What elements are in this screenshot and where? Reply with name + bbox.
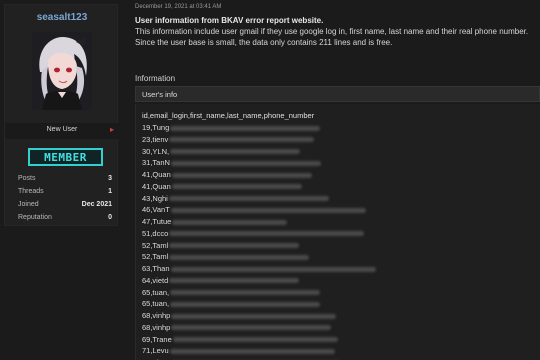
avatar-image bbox=[32, 32, 92, 110]
redacted-blur bbox=[169, 231, 365, 237]
stat-value: 3 bbox=[108, 175, 112, 182]
csv-row: 23,tienv bbox=[142, 134, 537, 146]
csv-row-text: 52,Taml bbox=[142, 240, 169, 250]
stat-posts: Posts 3 bbox=[18, 175, 112, 187]
csv-row: 68,vinhp bbox=[142, 310, 537, 322]
redacted-blur bbox=[169, 243, 300, 249]
redacted-blur bbox=[169, 348, 335, 354]
csv-row-text: 23,tienv bbox=[142, 134, 169, 144]
stat-label: Posts bbox=[18, 175, 36, 182]
redacted-blur bbox=[171, 184, 302, 190]
csv-row: 41,Quan bbox=[142, 181, 537, 193]
csv-row: 46,VanT bbox=[142, 204, 537, 216]
rank-title: New User bbox=[46, 126, 78, 133]
redacted-blur bbox=[170, 290, 321, 296]
csv-row-text: 71,Levu bbox=[142, 346, 169, 356]
csv-row-text: 41,Quan bbox=[142, 170, 171, 179]
redacted-blur bbox=[170, 266, 376, 272]
stat-value: 0 bbox=[108, 214, 112, 221]
csv-row-text: 31,TanN bbox=[142, 158, 170, 168]
stat-label: Joined bbox=[18, 201, 39, 208]
redacted-blur bbox=[170, 207, 366, 213]
redacted-blur bbox=[171, 313, 337, 319]
stat-threads: Threads 1 bbox=[18, 188, 112, 200]
csv-row: 30,YLN, bbox=[142, 146, 537, 158]
post-date[interactable]: December 19, 2021 at 03:41 AM bbox=[135, 4, 221, 10]
redacted-blur bbox=[172, 337, 338, 343]
csv-row-text: 65,tuan, bbox=[142, 299, 170, 309]
stat-value: Dec 2021 bbox=[81, 201, 112, 208]
csv-row: 65,tuan, bbox=[142, 287, 537, 299]
csv-row-text: 43,Nghi bbox=[142, 193, 168, 203]
csv-row-text: 19,Tung bbox=[142, 123, 170, 132]
redacted-blur bbox=[171, 325, 332, 331]
csv-row: 52,Taml bbox=[142, 240, 537, 252]
avatar[interactable] bbox=[32, 32, 92, 110]
csv-row: 63,Than bbox=[142, 263, 537, 275]
csv-row-text: 65,tuan, bbox=[142, 287, 170, 297]
csv-row-text: 69,Trane bbox=[142, 334, 172, 344]
csv-row-text: 51,dcco bbox=[142, 228, 169, 238]
stat-reputation: Reputation 0 bbox=[18, 214, 112, 226]
expand-arrow-icon[interactable]: ▸ bbox=[110, 125, 114, 134]
csv-row-text: 47,Tutue bbox=[142, 217, 172, 226]
csv-row: 69,Trane bbox=[142, 334, 537, 346]
redacted-blur bbox=[168, 196, 329, 202]
csv-row: 31,TanN bbox=[142, 157, 537, 169]
badge-label: MEMBER bbox=[44, 150, 87, 164]
post-line: Since the user base is small, the data o… bbox=[135, 38, 393, 47]
redacted-blur bbox=[170, 301, 321, 307]
csv-row-text: 68,vinhp bbox=[142, 322, 171, 332]
user-profile-panel: seasalt123 New User ▸ MEMBER Posts 3 Thr… bbox=[0, 0, 120, 360]
stat-label: Reputation bbox=[18, 214, 52, 221]
csv-row: 68,vinhp bbox=[142, 322, 537, 334]
tab-users-info[interactable]: User's info bbox=[135, 86, 540, 102]
csv-row: 43,Nghi bbox=[142, 193, 537, 205]
member-badge: MEMBER bbox=[28, 148, 103, 166]
post-line: This information include user gmail if t… bbox=[135, 27, 529, 36]
csv-row: 51,dcco bbox=[142, 228, 537, 240]
csv-row-text: 68,vinhp bbox=[142, 311, 171, 320]
redacted-blur bbox=[171, 172, 312, 178]
csv-row: 65,tuan, bbox=[142, 298, 537, 310]
csv-row-text: 52,Taml bbox=[142, 252, 169, 262]
stat-label: Threads bbox=[18, 188, 44, 195]
csv-row-text: 46,VanT bbox=[142, 205, 170, 215]
user-stats: Posts 3 Threads 1 Joined Dec 2021 Reputa… bbox=[18, 175, 112, 227]
profile-card: seasalt123 New User ▸ MEMBER Posts 3 Thr… bbox=[4, 4, 119, 227]
csv-header: id,email_login,first_name,last_name,phon… bbox=[142, 111, 315, 120]
stat-value: 1 bbox=[108, 188, 112, 195]
csv-row: 52,Taml bbox=[142, 251, 537, 263]
redacted-blur bbox=[170, 160, 321, 166]
section-title: Information bbox=[135, 74, 176, 83]
redacted-blur bbox=[170, 149, 301, 155]
csv-rows: 19,Tung 23,tienv 30,YLN, 31,TanN 41,Quan 41,Q… bbox=[142, 122, 537, 360]
redacted-blur bbox=[170, 125, 321, 131]
csv-row: 41,Quan bbox=[142, 169, 537, 181]
csv-row-text: 63,Than bbox=[142, 264, 170, 273]
post-headline: User information from BKAV error report … bbox=[135, 16, 324, 25]
redacted-blur bbox=[169, 254, 310, 260]
csv-row: 64,vietd bbox=[142, 275, 537, 287]
csv-row: 19,Tung bbox=[142, 122, 537, 134]
csv-row-text: 30,YLN, bbox=[142, 146, 170, 156]
rank-bar: New User ▸ bbox=[5, 123, 119, 139]
redacted-blur bbox=[169, 137, 315, 143]
data-content-box: id,email_login,first_name,last_name,phon… bbox=[135, 104, 540, 360]
csv-row-text: 64,vietd bbox=[142, 275, 169, 285]
csv-row: 47,Tutue bbox=[142, 216, 537, 228]
redacted-blur bbox=[169, 278, 300, 284]
csv-row-text: 41,Quan bbox=[142, 181, 171, 191]
post-body: User information from BKAV error report … bbox=[135, 15, 540, 48]
csv-row: 71,Levu bbox=[142, 345, 537, 357]
stat-joined: Joined Dec 2021 bbox=[18, 201, 112, 213]
tab-label: User's info bbox=[142, 90, 178, 99]
redacted-blur bbox=[172, 219, 288, 225]
username-link[interactable]: seasalt123 bbox=[5, 12, 119, 23]
